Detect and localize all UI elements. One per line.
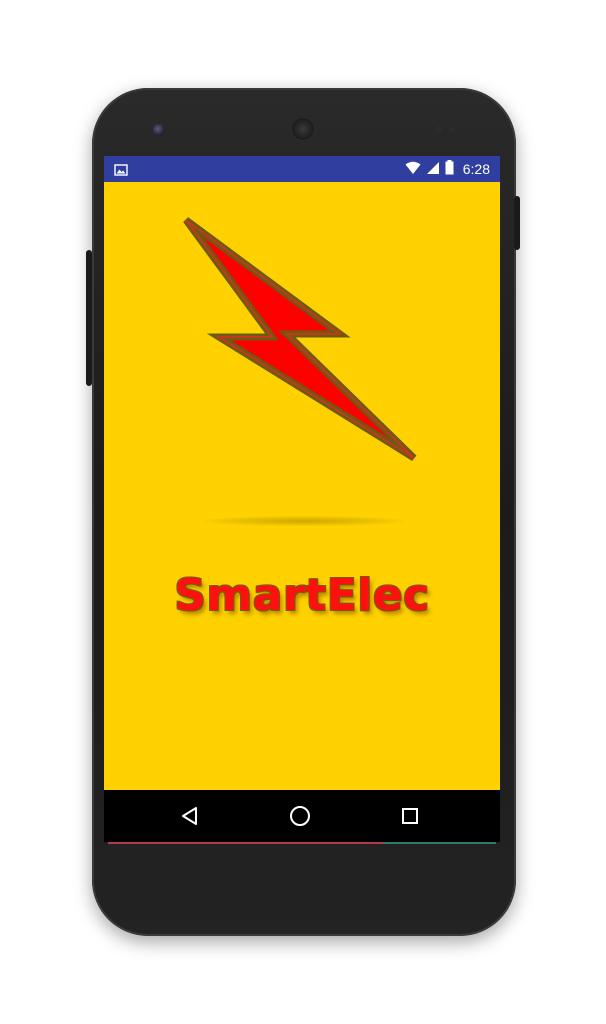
image-notification-icon xyxy=(114,162,128,176)
front-camera xyxy=(153,124,165,136)
status-time: 6:28 xyxy=(462,161,490,177)
recents-icon[interactable] xyxy=(397,803,423,829)
light-sensor xyxy=(449,126,455,132)
logo-shadow xyxy=(204,516,404,526)
cellular-signal-icon xyxy=(426,160,440,179)
proximity-sensor xyxy=(436,126,442,132)
status-icons: 6:28 xyxy=(405,156,490,182)
app-title: SmartElec xyxy=(174,570,430,621)
back-icon[interactable] xyxy=(177,803,203,829)
navigation-bar xyxy=(104,790,500,842)
status-bar: 6:28 xyxy=(104,156,500,182)
home-icon[interactable] xyxy=(287,803,313,829)
screen-accent-right xyxy=(383,842,496,844)
screen-accent-left xyxy=(108,842,383,844)
battery-icon xyxy=(445,159,454,179)
splash-screen: SmartElec xyxy=(104,182,500,790)
earpiece-speaker xyxy=(290,116,316,142)
lightning-bolt-icon xyxy=(174,212,424,462)
power-button xyxy=(514,196,520,250)
volume-button xyxy=(86,250,92,386)
wifi-icon xyxy=(405,160,421,179)
device-screen: 6:28 SmartElec xyxy=(104,156,500,842)
